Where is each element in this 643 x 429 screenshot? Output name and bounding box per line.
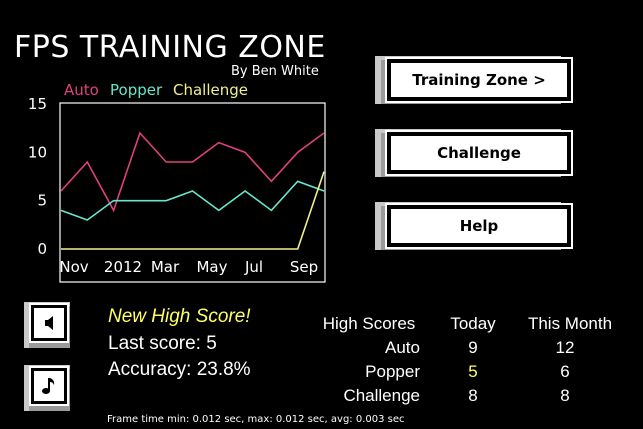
x-tick-label: Nov [59, 258, 88, 276]
x-tick-label: May [196, 258, 227, 276]
sound-toggle-button[interactable] [29, 303, 69, 343]
row-auto-label: Auto [385, 338, 420, 357]
new-high-score-label: New High Score! [108, 306, 251, 327]
row-challenge-label: Challenge [343, 386, 420, 405]
frame-time-stats: Frame time min: 0.012 sec, max: 0.012 se… [107, 414, 405, 425]
row-auto-month: 12 [555, 338, 575, 357]
row-auto-today: 9 [468, 338, 478, 357]
high-scores-header: High Scores [322, 314, 416, 333]
challenge-button-label: Challenge [391, 136, 567, 170]
help-button-label: Help [391, 209, 567, 243]
y-tick-label: 10 [28, 143, 47, 161]
speaker-icon [34, 308, 64, 338]
row-popper-month: 6 [560, 362, 570, 381]
challenge-button[interactable]: Challenge [385, 130, 573, 176]
last-score-label: Last score: 5 [108, 333, 217, 354]
accuracy-label: Accuracy: 23.8% [108, 359, 251, 380]
x-tick-label: Sep [290, 258, 318, 276]
col-today-header: Today [450, 314, 496, 333]
music-toggle-button[interactable] [29, 366, 69, 406]
row-popper-label: Popper [365, 362, 420, 381]
training-zone-button-label: Training Zone > [391, 63, 567, 97]
help-button[interactable]: Help [385, 203, 573, 249]
x-tick-label: Jul [244, 258, 263, 276]
x-tick-label: 2012 [104, 258, 142, 276]
row-popper-today: 5 [468, 362, 478, 381]
y-tick-label: 5 [37, 192, 47, 210]
training-zone-button[interactable]: Training Zone > [385, 57, 573, 103]
x-tick-label: Mar [151, 258, 180, 276]
chart-frame [59, 102, 326, 283]
y-tick-label: 0 [37, 240, 47, 258]
row-challenge-month: 8 [560, 386, 570, 405]
col-month-header: This Month [527, 314, 613, 333]
y-tick-label: 15 [28, 95, 47, 113]
music-note-icon [34, 371, 64, 401]
row-challenge-today: 8 [468, 386, 478, 405]
series-line-auto [60, 131, 325, 213]
